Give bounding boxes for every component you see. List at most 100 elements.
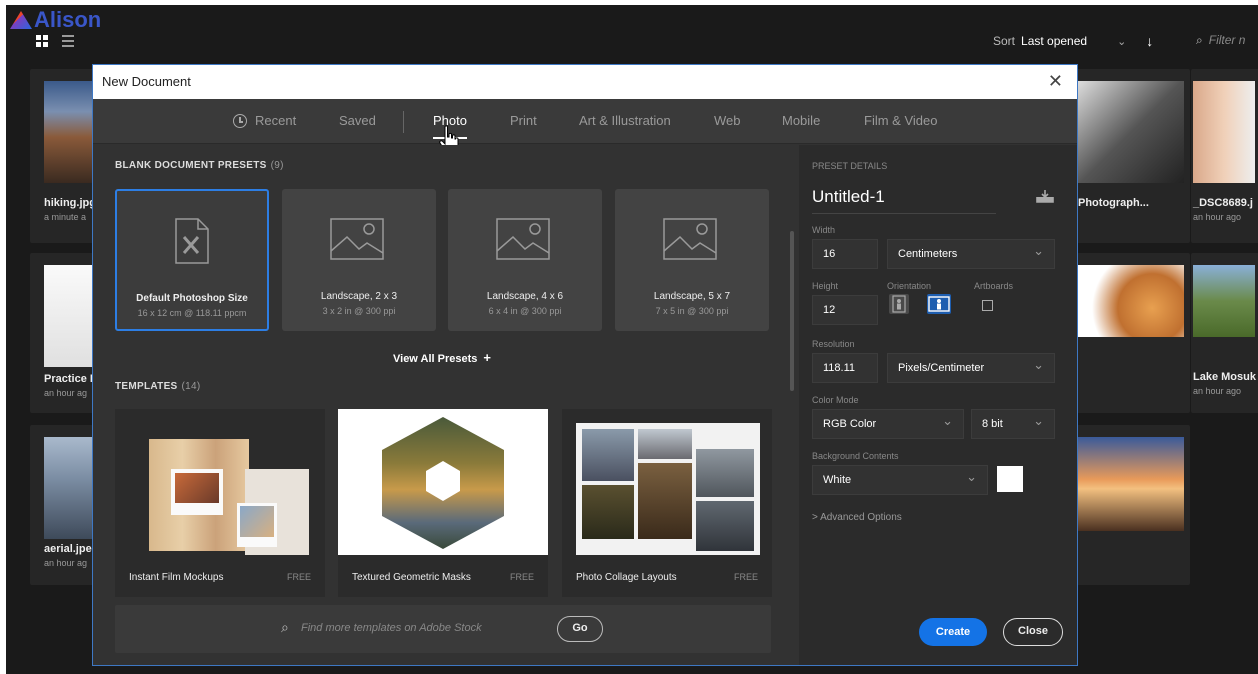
preset-desc: 7 x 5 in @ 300 ppi — [655, 306, 729, 316]
width-unit-value: Centimeters — [898, 248, 958, 260]
image-placeholder-icon — [330, 218, 384, 260]
width-unit-select[interactable]: Centimeters — [887, 239, 1055, 269]
file-time: an hour ago — [1193, 212, 1242, 222]
tab-film-video[interactable]: Film & Video — [864, 113, 937, 128]
height-label: Height — [812, 281, 839, 291]
preset-name: Landscape, 5 x 7 — [653, 291, 731, 302]
search-icon: ⌕ — [281, 619, 289, 635]
artboards-checkbox[interactable] — [982, 300, 993, 311]
preset-landscape-4x6[interactable]: Landscape, 4 x 6 6 x 4 in @ 300 ppi — [448, 189, 602, 331]
background-contents-select[interactable]: White — [812, 465, 988, 495]
new-document-dialog: New Document ✕ Recent Saved Photo Print … — [92, 64, 1078, 666]
preset-desc: 3 x 2 in @ 300 ppi — [322, 306, 396, 316]
document-name-field[interactable]: Untitled-1 — [812, 187, 885, 207]
preset-details-pane: PRESET DETAILS Untitled-1 Width 16 Centi… — [799, 145, 1077, 665]
template-name: Photo Collage Layouts — [576, 572, 677, 583]
file-name: hiking.jpg — [44, 197, 96, 209]
file-name: _DSC8689.j — [1193, 197, 1253, 209]
presets-heading-text: BLANK DOCUMENT PRESETS — [115, 160, 267, 171]
template-thumbnail — [338, 409, 548, 555]
preset-landscape-5x7[interactable]: Landscape, 5 x 7 7 x 5 in @ 300 ppi — [615, 189, 769, 331]
app-window: Alison Sort Last opened ⌄ ↓ ⌕ Filter n hi… — [6, 5, 1258, 674]
file-thumbnail — [1078, 437, 1184, 531]
tab-mobile[interactable]: Mobile — [782, 113, 820, 128]
close-icon[interactable]: ✕ — [1048, 71, 1063, 92]
file-name: aerial.jpe — [44, 543, 92, 555]
file-thumbnail — [1193, 265, 1255, 337]
template-card[interactable]: Photo Collage Layouts FREE — [562, 409, 772, 597]
resolution-input[interactable]: 118.11 — [812, 353, 878, 383]
template-thumbnail — [562, 409, 772, 555]
preset-name: Landscape, 2 x 3 — [320, 291, 398, 302]
presets-scrollbar[interactable] — [790, 231, 794, 391]
free-badge: FREE — [733, 572, 758, 582]
width-input[interactable]: 16 — [812, 239, 878, 269]
stock-search-bar: ⌕ Find more templates on Adobe Stock Go — [115, 605, 771, 653]
recent-file-card[interactable]: Lake Mosuk an hour ago — [1191, 253, 1258, 413]
landscape-orientation-icon[interactable] — [927, 294, 951, 314]
bit-depth-select[interactable]: 8 bit — [971, 409, 1055, 439]
image-placeholder-icon — [496, 218, 550, 260]
tab-print[interactable]: Print — [510, 113, 537, 128]
sort-label: Sort — [993, 34, 1016, 48]
free-badge: FREE — [286, 572, 311, 582]
dialog-titlebar: New Document ✕ — [93, 65, 1077, 99]
resolution-label: Resolution — [812, 339, 855, 349]
logo-mark-icon — [10, 11, 32, 29]
portrait-orientation-icon[interactable] — [889, 294, 909, 314]
chevron-down-icon[interactable]: ⌄ — [1117, 35, 1126, 48]
search-icon: ⌕ — [1196, 33, 1203, 47]
template-card[interactable]: Instant Film Mockups FREE — [115, 409, 325, 597]
sort-control[interactable]: Sort Last opened ⌄ ↓ — [993, 33, 1153, 49]
file-name: Practice F — [44, 373, 97, 385]
grid-view-icon[interactable] — [36, 35, 48, 47]
logo-text: Alison — [34, 7, 102, 32]
save-preset-icon[interactable] — [1036, 189, 1054, 203]
clock-icon — [233, 114, 247, 128]
sort-direction-icon[interactable]: ↓ — [1146, 33, 1153, 49]
tab-divider — [403, 111, 404, 133]
resolution-unit-select[interactable]: Pixels/Centimeter — [887, 353, 1055, 383]
presets-heading: BLANK DOCUMENT PRESETS (9) — [115, 160, 284, 171]
template-card[interactable]: Textured Geometric Masks FREE — [338, 409, 548, 597]
template-thumbnail — [115, 409, 325, 555]
recent-file-card[interactable]: _DSC8689.j an hour ago — [1191, 69, 1258, 243]
go-button[interactable]: Go — [557, 616, 603, 642]
file-thumbnail — [1193, 81, 1255, 183]
tab-art-illustration[interactable]: Art & Illustration — [579, 113, 671, 128]
presets-count: (9) — [270, 160, 284, 171]
tab-saved[interactable]: Saved — [339, 113, 376, 128]
preset-desc: 6 x 4 in @ 300 ppi — [488, 306, 562, 316]
resolution-unit-value: Pixels/Centimeter — [898, 362, 985, 374]
preset-landscape-2x3[interactable]: Landscape, 2 x 3 3 x 2 in @ 300 ppi — [282, 189, 436, 331]
height-input[interactable]: 12 — [812, 295, 878, 325]
templates-heading-text: TEMPLATES — [115, 381, 178, 392]
orientation-label: Orientation — [887, 281, 932, 291]
close-button[interactable]: Close — [1003, 618, 1063, 646]
template-name: Instant Film Mockups — [129, 572, 224, 583]
preset-default-photoshop-size[interactable]: Default Photoshop Size 16 x 12 cm @ 118.… — [115, 189, 269, 331]
sort-value[interactable]: Last opened — [1021, 34, 1087, 48]
template-name: Textured Geometric Masks — [352, 572, 471, 583]
stock-search-input[interactable]: Find more templates on Adobe Stock — [301, 622, 482, 634]
tab-label: Recent — [255, 113, 297, 128]
name-underline — [812, 213, 996, 214]
image-placeholder-icon — [663, 218, 717, 260]
file-time: an hour ag — [44, 388, 88, 398]
list-view-icon[interactable] — [62, 35, 74, 47]
tab-recent[interactable]: Recent — [233, 113, 296, 128]
file-name: Photograph... — [1078, 197, 1149, 209]
color-mode-select[interactable]: RGB Color — [812, 409, 964, 439]
tab-web[interactable]: Web — [714, 113, 741, 128]
background-color-swatch[interactable] — [997, 466, 1023, 492]
advanced-options-toggle[interactable]: > Advanced Options — [812, 512, 902, 523]
file-time: an hour ag — [44, 558, 88, 568]
presets-pane: BLANK DOCUMENT PRESETS (9) Default Photos… — [93, 145, 794, 665]
filter-input[interactable]: ⌕ Filter n — [1196, 33, 1245, 48]
create-button[interactable]: Create — [919, 618, 987, 646]
plus-icon: + — [483, 350, 491, 365]
view-all-label: View All Presets — [393, 353, 478, 365]
view-all-presets-link[interactable]: View All Presets + — [393, 350, 491, 365]
file-name: Lake Mosuk — [1193, 371, 1256, 383]
preset-name: Default Photoshop Size — [136, 293, 248, 304]
